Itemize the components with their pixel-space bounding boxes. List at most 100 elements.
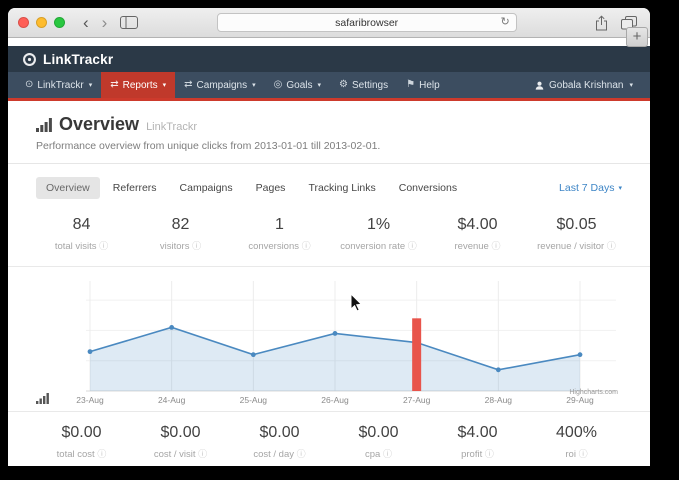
tabs-row: OverviewReferrersCampaignsPagesTracking …	[8, 164, 650, 208]
user-menu[interactable]: Gobala Krishnan ▾	[526, 72, 642, 98]
caret-down-icon: ▾	[163, 81, 167, 89]
zoom-window-button[interactable]	[54, 17, 65, 28]
tab-conversions[interactable]: Conversions	[389, 177, 467, 199]
info-icon[interactable]: ⓘ	[485, 449, 494, 459]
info-icon[interactable]: ⓘ	[607, 241, 616, 251]
stat-label: revenue / visitor ⓘ	[527, 239, 626, 252]
tab-overview[interactable]: Overview	[36, 177, 100, 199]
tab-campaigns[interactable]: Campaigns	[170, 177, 243, 199]
stat-label: total visits ⓘ	[32, 239, 131, 252]
stat-visitors: 82 visitors ⓘ	[131, 216, 230, 252]
info-icon[interactable]: ⓘ	[383, 449, 392, 459]
stat-value: 1	[230, 216, 329, 234]
nav-item-label: Goals	[286, 80, 312, 91]
x-axis-label: 24-Aug	[158, 395, 185, 405]
chart-section: 23-Aug24-Aug25-Aug26-Aug27-Aug28-Aug29-A…	[8, 266, 650, 412]
caret-down-icon: ▾	[89, 81, 93, 89]
stat-profit: $4.00 profit ⓘ	[428, 424, 527, 460]
forward-button[interactable]: ›	[99, 10, 111, 36]
stat-conversion-rate: 1%conversion rate ⓘ	[329, 216, 428, 252]
report-tabs: OverviewReferrersCampaignsPagesTracking …	[36, 177, 470, 199]
nav-item-goals[interactable]: ◎Goals ▾	[265, 72, 330, 98]
stat-total-cost: $0.00 total cost ⓘ	[32, 424, 131, 460]
caret-down-icon: ▾	[618, 184, 622, 192]
flag-icon: ⚑	[406, 80, 415, 90]
stat-label: total cost ⓘ	[32, 447, 131, 460]
stat-value: 400%	[527, 424, 626, 442]
main-nav: ⊙LinkTrackr▾⇄Reports▾⇄ Campaigns ▾ ◎Goals ▾ ⚙…	[8, 72, 650, 98]
minimize-window-button[interactable]	[36, 17, 47, 28]
tab-referrers[interactable]: Referrers	[103, 177, 167, 199]
report-icon: ⇄	[110, 80, 118, 90]
page-title-suffix: LinkTrackr	[146, 121, 197, 133]
linktrackr-logo-icon	[22, 52, 37, 67]
stat-value: $0.00	[131, 424, 230, 442]
info-icon[interactable]: ⓘ	[408, 241, 417, 251]
stat-value: 82	[131, 216, 230, 234]
stat-label: profit ⓘ	[428, 447, 527, 460]
x-axis-label: 29-Aug	[566, 395, 593, 405]
stat-label: cost / visit ⓘ	[131, 447, 230, 460]
new-tab-button[interactable]: +	[626, 27, 648, 47]
chart-credit[interactable]: Highcharts.com	[569, 389, 618, 396]
date-range-select[interactable]: Last 7 Days ▾	[559, 182, 622, 194]
nav-item-campaigns[interactable]: ⇄Campaigns▾	[175, 72, 265, 98]
info-icon[interactable]: ⓘ	[491, 241, 500, 251]
stat-value: $0.00	[32, 424, 131, 442]
stat-label: cpa ⓘ	[329, 447, 428, 460]
browser-toolbar: ‹ › safaribrowser ↻	[8, 8, 650, 38]
info-icon[interactable]: ⓘ	[302, 241, 311, 251]
stat-total-visits: 84total visits ⓘ	[32, 216, 131, 252]
chart-bars-icon-small	[36, 393, 49, 404]
page-title: Overview	[59, 114, 139, 135]
target-icon: ◎	[274, 80, 283, 90]
stats-bottom-row: $0.00total cost ⓘ$0.00cost / visit ⓘ$0.0…	[8, 412, 650, 466]
stat-label: cost / day ⓘ	[230, 447, 329, 460]
stat-revenue-visitor: $0.05revenue / visitor ⓘ	[527, 216, 626, 252]
nav-item-label: Campaigns	[197, 80, 248, 91]
info-icon[interactable]: ⓘ	[192, 241, 201, 251]
browser-window: ‹ › safaribrowser ↻ + LinkTrackr ⊙LinkTr…	[8, 8, 650, 466]
nav-item-reports[interactable]: ⇄Reports▾	[101, 72, 175, 98]
caret-down-icon: ▾	[318, 81, 322, 89]
stat-value: $0.00	[329, 424, 428, 442]
stats-top-row: 84total visits ⓘ82 visitors ⓘ1conversions…	[8, 208, 650, 266]
info-icon[interactable]: ⓘ	[99, 241, 108, 251]
date-range-label: Last 7 Days	[559, 182, 614, 194]
x-axis-label: 23-Aug	[76, 395, 103, 405]
sidebar-icon[interactable]	[117, 16, 141, 29]
nav-item-help[interactable]: ⚑Help	[397, 72, 449, 98]
stat-label: visitors ⓘ	[131, 239, 230, 252]
address-bar[interactable]: safaribrowser ↻	[217, 13, 517, 32]
tab-tracking-links[interactable]: Tracking Links	[298, 177, 385, 199]
stat-value: $4.00	[428, 424, 527, 442]
stat-revenue: $4.00revenue ⓘ	[428, 216, 527, 252]
info-icon[interactable]: ⓘ	[198, 449, 207, 459]
refresh-icon[interactable]: ↻	[500, 17, 509, 28]
info-icon[interactable]: ⓘ	[97, 449, 106, 459]
site-header: LinkTrackr	[8, 46, 650, 72]
nav-item-linktrackr[interactable]: ⊙LinkTrackr▾	[16, 72, 101, 98]
close-window-button[interactable]	[18, 17, 29, 28]
info-icon[interactable]: ⓘ	[297, 449, 306, 459]
back-button[interactable]: ‹	[80, 10, 92, 36]
stat-conversions: 1conversions ⓘ	[230, 216, 329, 252]
caret-down-icon: ▾	[252, 81, 256, 89]
x-axis-label: 25-Aug	[240, 395, 267, 405]
stat-value: $4.00	[428, 216, 527, 234]
x-axis-label: 26-Aug	[321, 395, 348, 405]
user-icon	[535, 81, 544, 90]
share-icon[interactable]	[592, 15, 611, 31]
tab-pages[interactable]: Pages	[246, 177, 296, 199]
chart-x-labels: 23-Aug24-Aug25-Aug26-Aug27-Aug28-Aug29-A…	[86, 393, 616, 409]
caret-down-icon: ▾	[629, 81, 633, 89]
nav-item-settings[interactable]: ⚙Settings	[330, 72, 397, 98]
site-logo[interactable]: LinkTrackr	[43, 52, 113, 67]
x-axis-label: 27-Aug	[403, 395, 430, 405]
info-icon[interactable]: ⓘ	[579, 449, 588, 459]
stat-value: $0.00	[230, 424, 329, 442]
chart-plot	[86, 277, 616, 393]
page-heading: Overview LinkTrackr Performance overview…	[8, 101, 650, 164]
stat-label: conversion rate ⓘ	[329, 239, 428, 252]
link-icon: ⊙	[25, 80, 33, 90]
